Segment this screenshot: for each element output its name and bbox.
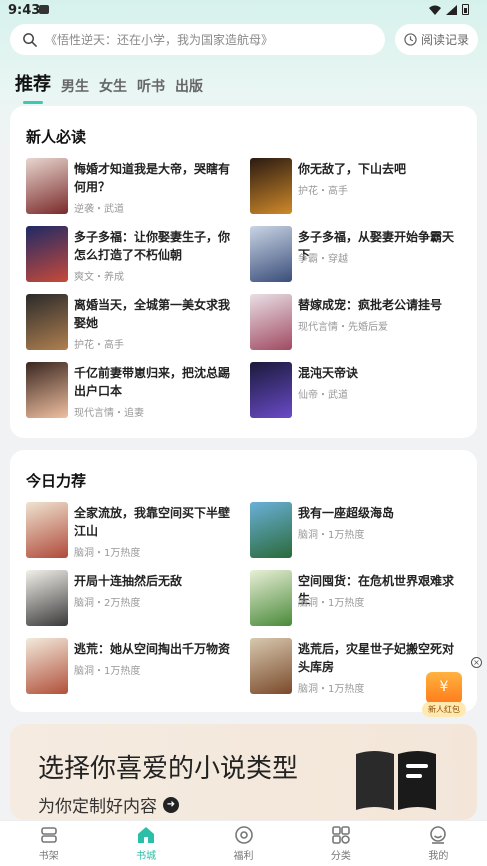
- book-meta: 脑洞・2万热度: [74, 598, 141, 609]
- book-cover: [250, 294, 292, 350]
- book-title: 我有一座超级海岛: [298, 506, 395, 520]
- book-item[interactable]: 多子多福：让你娶妻生子，你怎么打造了不朽仙朝 爽文・养成: [26, 226, 241, 283]
- book-item[interactable]: 我有一座超级海岛 脑洞・1万热度: [250, 502, 465, 558]
- book-meta: 护花・高手: [74, 340, 124, 351]
- tab-audiobook[interactable]: 听书: [137, 76, 165, 96]
- book-cover: [26, 226, 68, 282]
- new-user-redpack-button[interactable]: ¥ 新人红包: [422, 672, 466, 718]
- book-title: 悔婚才知道我是大帝，哭瞎有何用？: [74, 162, 231, 194]
- book-meta: 脑洞・1万热度: [74, 548, 141, 559]
- book-meta: 现代言情・先婚后爱: [298, 322, 388, 333]
- category-tabs: 推荐 男生 女生 听书 出版: [15, 70, 203, 104]
- tab-male[interactable]: 男生: [61, 76, 89, 96]
- redpack-label: 新人红包: [422, 702, 466, 717]
- book-cover: [26, 362, 68, 418]
- book-title: 多子多福：让你娶妻生子，你怎么打造了不朽仙朝: [74, 230, 231, 262]
- reading-history-button[interactable]: 阅读记录: [395, 24, 478, 55]
- book-item[interactable]: 悔婚才知道我是大帝，哭瞎有何用？ 逆袭・武道: [26, 158, 241, 215]
- book-meta: 逆袭・武道: [74, 204, 124, 215]
- book-meta: 脑洞・1万热度: [298, 684, 365, 695]
- battery-icon: [462, 4, 469, 15]
- book-item[interactable]: 开局十连抽然后无敌 脑洞・2万热度: [26, 570, 241, 626]
- nav-welfare[interactable]: 福利: [195, 821, 292, 866]
- book-item[interactable]: 全家流放，我靠空间买下半壁江山 脑洞・1万热度: [26, 502, 241, 559]
- search-placeholder: 《悟性逆天：还在小学，我为国家造航母》: [45, 33, 274, 47]
- book-item[interactable]: 多子多福，从娶妻开始争霸天下 争霸・穿越: [250, 226, 465, 282]
- signal-icon: [446, 4, 457, 15]
- category-icon: [332, 826, 350, 844]
- book-cover: [250, 502, 292, 558]
- search-icon: [23, 33, 37, 47]
- book-cover: [250, 638, 292, 694]
- book-title: 全家流放，我靠空间买下半壁江山: [74, 506, 231, 538]
- book-cover: [250, 362, 292, 418]
- nav-category[interactable]: 分类: [292, 821, 389, 866]
- book-meta: 脑洞・1万热度: [298, 530, 365, 541]
- today-recommend-section: 今日力荐 全家流放，我靠空间买下半壁江山 脑洞・1万热度 我有一座超级海岛 脑洞…: [10, 450, 477, 712]
- book-title: 开局十连抽然后无敌: [74, 574, 183, 588]
- book-title: 离婚当天，全城第一美女求我娶她: [74, 298, 231, 330]
- section-title: 新人必读: [26, 128, 87, 146]
- book-cover: [26, 570, 68, 626]
- book-item[interactable]: 离婚当天，全城第一美女求我娶她 护花・高手: [26, 294, 241, 351]
- arrow-right-icon: ➜: [163, 796, 179, 813]
- book-cover: [250, 158, 292, 214]
- nav-profile[interactable]: 我的: [390, 821, 487, 866]
- reading-history-label: 阅读记录: [420, 33, 469, 47]
- redpack-icon: ¥: [426, 672, 462, 704]
- book-item[interactable]: 混沌天帝诀 仙帝・武道: [250, 362, 465, 418]
- section-title: 今日力荐: [26, 472, 87, 490]
- book-title: 逃荒：她从空间掏出千万物资: [74, 642, 231, 656]
- nav-bookshelf[interactable]: 书架: [0, 821, 97, 866]
- clock-icon: [404, 33, 417, 46]
- book-title: 千亿前妻带崽归来，把沈总踢出户口本: [74, 366, 231, 398]
- bottom-navigation: 书架 书城 福利 分类 我的: [0, 820, 487, 866]
- book-cover: [26, 294, 68, 350]
- tab-active-indicator: [23, 101, 43, 104]
- status-indicators: [429, 4, 469, 15]
- new-reader-section: 新人必读 悔婚才知道我是大帝，哭瞎有何用？ 逆袭・武道 你无敌了，下山去吧 护花…: [10, 106, 477, 438]
- book-meta: 护花・高手: [298, 186, 348, 197]
- welfare-icon: [234, 826, 253, 844]
- book-item[interactable]: 空间囤货：在危机世界艰难求生 脑洞・1万热度: [250, 570, 465, 626]
- close-icon[interactable]: ×: [471, 657, 482, 668]
- tab-female[interactable]: 女生: [99, 76, 127, 96]
- book-title: 混沌天帝诀: [298, 366, 359, 380]
- bookshelf-icon: [40, 827, 57, 843]
- book-meta: 脑洞・1万热度: [298, 598, 365, 609]
- book-title: 逃荒后，灾星世子妃搬空死对头库房: [298, 642, 455, 674]
- search-input[interactable]: 《悟性逆天：还在小学，我为国家造航母》: [10, 24, 385, 55]
- book-title: 替嫁成宠：疯批老公请挂号: [298, 298, 443, 312]
- book-meta: 仙帝・武道: [298, 390, 348, 401]
- book-icon: [356, 751, 436, 810]
- notification-icon: [39, 5, 49, 14]
- bookstore-icon: [138, 827, 155, 843]
- book-title: 你无敌了，下山去吧: [298, 162, 407, 176]
- book-meta: 爽文・养成: [74, 272, 124, 283]
- book-item[interactable]: 逃荒：她从空间掏出千万物资 脑洞・1万热度: [26, 638, 241, 694]
- book-cover: [250, 570, 292, 626]
- book-cover: [26, 638, 68, 694]
- banner-title: 选择你喜爱的小说类型: [38, 754, 299, 784]
- status-time: 9:43: [8, 3, 41, 18]
- nav-bookstore[interactable]: 书城: [97, 821, 194, 866]
- book-meta: 脑洞・1万热度: [74, 666, 141, 677]
- status-bar: 9:43: [0, 0, 487, 20]
- tab-recommend[interactable]: 推荐: [15, 70, 51, 104]
- book-meta: 争霸・穿越: [298, 254, 348, 265]
- tab-published[interactable]: 出版: [175, 76, 203, 96]
- wifi-icon: [429, 5, 441, 15]
- book-item[interactable]: 千亿前妻带崽归来，把沈总踢出户口本 现代言情・追妻: [26, 362, 241, 419]
- banner-subtitle: 为你定制好内容 ➜: [38, 792, 179, 817]
- profile-icon: [430, 826, 447, 844]
- book-cover: [26, 158, 68, 214]
- genre-preference-banner[interactable]: 选择你喜爱的小说类型 为你定制好内容 ➜: [10, 724, 477, 820]
- book-item[interactable]: 替嫁成宠：疯批老公请挂号 现代言情・先婚后爱: [250, 294, 465, 350]
- book-meta: 现代言情・追妻: [74, 408, 144, 419]
- book-item[interactable]: 你无敌了，下山去吧 护花・高手: [250, 158, 465, 214]
- book-cover: [250, 226, 292, 282]
- book-cover: [26, 502, 68, 558]
